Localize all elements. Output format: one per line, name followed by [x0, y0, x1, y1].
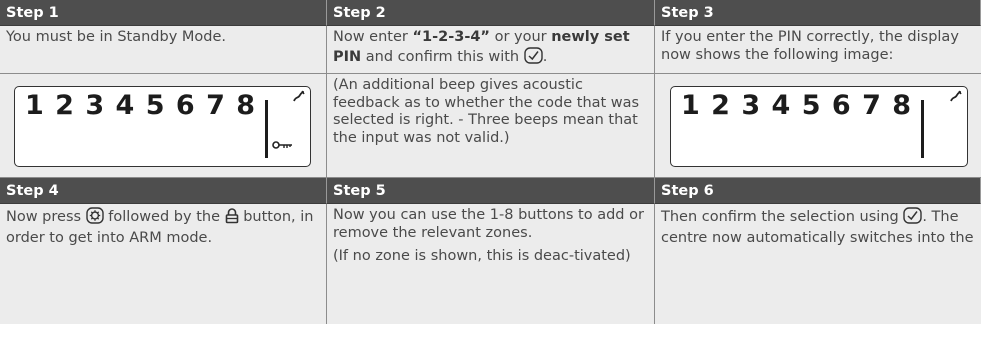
step-2-text-a: Now enter	[333, 29, 413, 45]
header-row-1: Step 1 Step 2 Step 3	[0, 0, 981, 26]
step-2-instruction: Now enter “1-2-3-4” or your newly set PI…	[333, 29, 648, 69]
step-4-text-b: followed by the	[103, 209, 225, 225]
step-4-instruction: Now press followed by the button, in ord…	[6, 207, 320, 247]
antenna-signal-icon	[292, 90, 306, 110]
step-4-header: Step 4	[0, 178, 327, 204]
step-4-text-a: Now press	[6, 209, 86, 225]
step-3-header: Step 3	[655, 0, 981, 26]
padlock-icon	[225, 207, 239, 230]
body-row-1: You must be in Standby Mode. Now enter “…	[0, 26, 981, 74]
step-2-text-f: .	[542, 48, 548, 65]
step-1-header: Step 1	[0, 0, 327, 26]
body-row-2: 1 2 3 4 5 6 7 8 (An additional beep give…	[0, 74, 981, 178]
step-5-header: Step 5	[327, 178, 655, 204]
lcd-digits: 1 2 3 4 5 6 7 8	[681, 90, 913, 121]
step-5-instruction: Now you can use the 1-8 buttons to add o…	[333, 207, 644, 241]
default-pin: “1-2-3-4”	[412, 29, 490, 45]
confirm-check-icon	[524, 46, 543, 70]
step-5-note: (If no zone is shown, this is deac-tivat…	[333, 248, 631, 264]
step-6-text: Then confirm the selection using . The c…	[655, 204, 981, 324]
standby-display-cell: 1 2 3 4 5 6 7 8	[0, 74, 327, 178]
step-2-text: Now enter “1-2-3-4” or your newly set PI…	[327, 26, 655, 74]
step-4-text: Now press followed by the button, in ord…	[0, 204, 327, 324]
lcd-divider	[921, 100, 924, 158]
confirm-check-icon	[903, 207, 923, 230]
antenna-signal-icon	[949, 90, 963, 110]
step-6-header: Step 6	[655, 178, 981, 204]
step-6-instruction: Then confirm the selection using . The c…	[661, 207, 975, 247]
lcd-display-standby: 1 2 3 4 5 6 7 8	[14, 86, 311, 167]
key-icon	[272, 138, 294, 156]
lcd-divider	[265, 100, 268, 158]
step-1-text: You must be in Standby Mode.	[0, 26, 327, 74]
header-row-2: Step 4 Step 5 Step 6	[0, 178, 981, 204]
step-3-text: If you enter the PIN correctly, the disp…	[655, 26, 981, 74]
step-2-text-c: or your	[489, 29, 552, 45]
lcd-display-pin-ok: 1 2 3 4 5 6 7 8	[670, 86, 968, 167]
step-6-text-a: Then confirm the selection using	[661, 209, 904, 225]
step-5-text: Now you can use the 1-8 buttons to add o…	[327, 204, 655, 324]
instruction-table: Step 1 Step 2 Step 3 You must be in Stan…	[0, 0, 981, 324]
step-2-note: (An additional beep gives acoustic feedb…	[333, 77, 640, 146]
body-row-3: Now press followed by the button, in ord…	[0, 204, 981, 324]
armed-display-cell: 1 2 3 4 5 6 7 8	[655, 74, 981, 178]
step-2-header: Step 2	[327, 0, 655, 26]
step-2-text-e: and confirm this with	[361, 48, 524, 65]
settings-gear-icon	[85, 207, 104, 230]
step-2-note-cell: (An additional beep gives acoustic feedb…	[327, 74, 655, 178]
step-1-instruction: You must be in Standby Mode.	[6, 29, 227, 45]
step-3-instruction: If you enter the PIN correctly, the disp…	[661, 29, 959, 63]
lcd-digits: 1 2 3 4 5 6 7 8	[25, 90, 257, 121]
